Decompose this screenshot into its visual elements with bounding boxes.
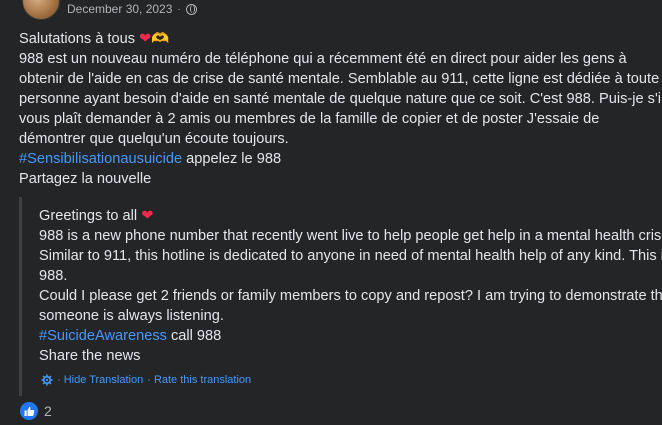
translation-heart-emoji: ❤ (141, 208, 154, 224)
translation-hashtag-link[interactable]: #SuicideAwareness (39, 328, 167, 344)
post-header: December 30, 2023 · (0, 0, 662, 22)
gear-icon (41, 374, 53, 386)
translation-greeting: Greetings to all (39, 208, 142, 224)
translation-body: Greetings to all ❤ 988 is a new phone nu… (39, 206, 662, 366)
translation-after-hashtag: call 988 (166, 328, 222, 344)
after-hashtag-text: appelez le 988 (182, 151, 282, 167)
post-date[interactable]: December 30, 2023 (67, 2, 172, 16)
translation-block: Greetings to all ❤ 988 is a new phone nu… (19, 197, 662, 396)
translation-controls: · Hide Translation · Rate this translati… (41, 374, 251, 386)
like-icon (20, 402, 38, 420)
reactions-bar[interactable]: 2 (20, 402, 52, 420)
closing-text: Partagez la nouvelle (19, 171, 152, 187)
avatar[interactable] (22, 0, 60, 20)
post-meta: December 30, 2023 · (67, 2, 197, 16)
hashtag-link[interactable]: #Sensibilisationausuicide (19, 151, 182, 167)
reaction-count[interactable]: 2 (44, 403, 52, 419)
translation-paragraph-2: Could I please get 2 friends or family m… (39, 288, 662, 324)
globe-icon[interactable] (185, 3, 197, 15)
rate-translation-link[interactable]: · Rate this translation (147, 374, 251, 386)
translation-paragraph: 988 is a new phone number that recently … (39, 228, 662, 284)
greeting-text: Salutations à tous (19, 31, 140, 47)
heart-emoji: ❤ (139, 31, 152, 47)
hands-emoji: 🫶 (151, 31, 170, 47)
meta-separator: · (177, 3, 181, 15)
hide-translation-link[interactable]: · Hide Translation (57, 374, 143, 386)
post-paragraph: 988 est un nouveau numéro de téléphone q… (19, 51, 662, 147)
translation-closing: Share the news (39, 348, 141, 364)
post-body: Salutations à tous ❤🫶 988 est un nouveau… (19, 29, 662, 189)
